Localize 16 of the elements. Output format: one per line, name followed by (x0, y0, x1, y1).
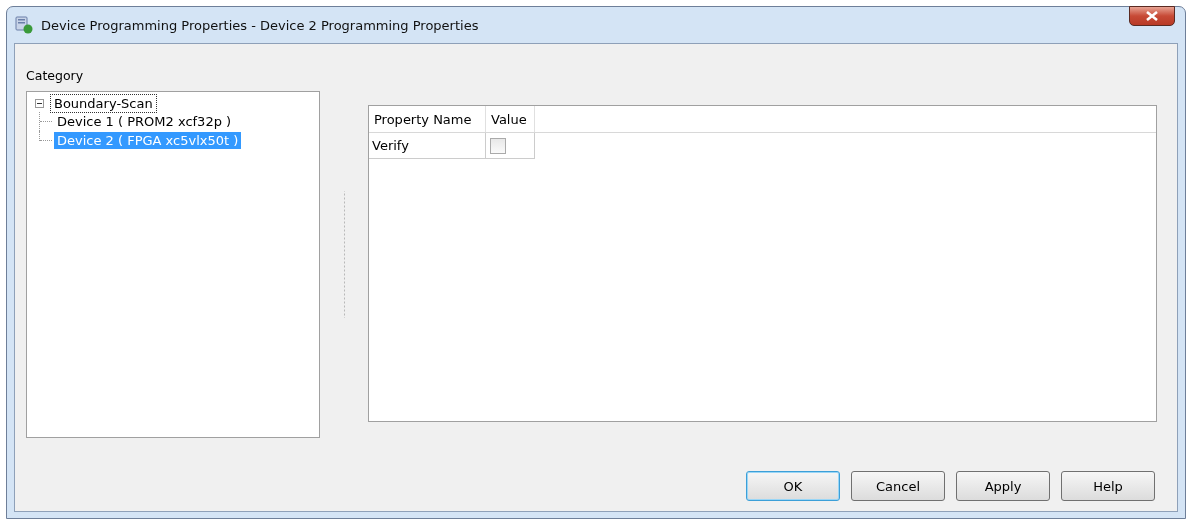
dialog-button[interactable]: OK (746, 471, 840, 501)
collapse-icon[interactable] (35, 98, 44, 108)
checkbox[interactable] (490, 137, 506, 154)
category-label: Category (26, 68, 84, 83)
tree-item[interactable]: Device 1 ( PROM2 xcf32p ) (54, 113, 235, 130)
table-cell: Verify (369, 133, 486, 159)
column-header[interactable]: Value (486, 106, 535, 132)
dialog-button[interactable]: Help (1061, 471, 1155, 501)
dialog-button[interactable]: Apply (956, 471, 1050, 501)
close-button[interactable] (1129, 6, 1175, 26)
window-title: Device Programming Properties - Device 2 Programming Properties (41, 17, 479, 33)
dialog-button[interactable]: Cancel (851, 471, 945, 501)
tree-item[interactable]: Boundary-Scan (50, 93, 157, 113)
app-icon (15, 16, 33, 34)
column-header[interactable]: Property Name (369, 106, 486, 132)
close-icon (1145, 11, 1159, 21)
